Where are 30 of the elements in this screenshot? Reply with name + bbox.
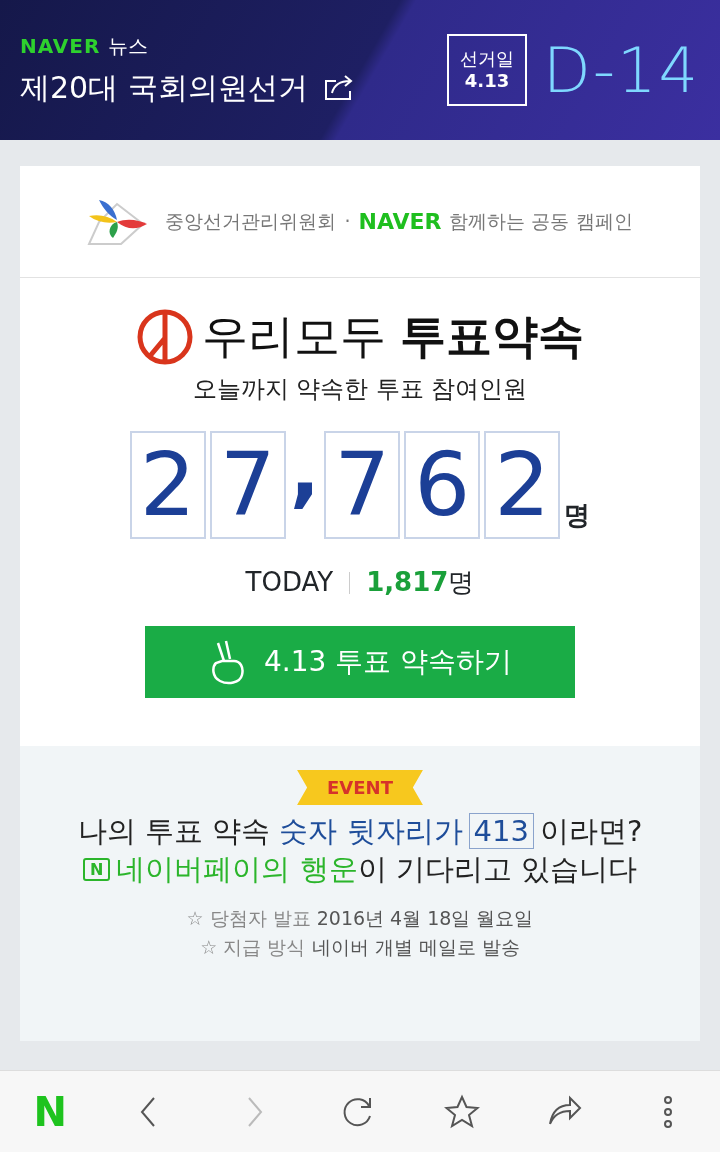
event-headline: 나의 투표 약속 숫자 뒷자리가 413 이라면? [77,813,643,851]
section-label: 뉴스 [108,32,149,60]
home-button[interactable]: N [33,1091,68,1132]
pledge-button[interactable]: 4.13 투표 약속하기 [145,626,575,698]
today-label: TODAY [245,566,334,599]
naver-logo: NAVER [358,208,442,236]
pledge-subtitle: 오늘까지 약속한 투표 참여인원 [192,374,528,405]
brand-logo: NAVER [20,32,101,60]
event-detail: ☆ 당첨자 발표 2016년 4월 18일 월요일 [186,906,534,932]
pledge-title: 우리모두 투표약속 [201,308,585,365]
page-title: 제20대 국회의원선거 [20,68,308,107]
counter-digit: 2 [484,431,561,539]
commission-name: 중앙선거관리위원회 [165,209,337,235]
star-icon[interactable] [443,1093,480,1130]
event-ribbon: EVENT [297,770,423,805]
separator-dot: · [344,209,351,235]
today-count: 1,817명 [366,566,475,599]
counter-comma: , [289,431,321,519]
counter-digit: 7 [209,431,286,539]
campaign-tagline: 함께하는 공동 캠페인 [449,209,633,235]
vote-mark-icon [135,307,194,366]
d-day-counter: D-14 [543,32,700,109]
counter-unit: 명 [564,499,591,532]
election-label: 선거일 [460,48,514,70]
event-subline: $^{N}$ 네이버페이의 행운이 기다리고 있습니다 [82,850,637,889]
counter-digit: 2 [129,431,206,539]
event-detail: ☆ 지급 방식 네이버 개별 메일로 발송 [200,934,520,960]
counter-digit: 6 [404,431,481,539]
counter-digit: 7 [324,431,401,539]
election-date: 4.13 [464,70,510,92]
